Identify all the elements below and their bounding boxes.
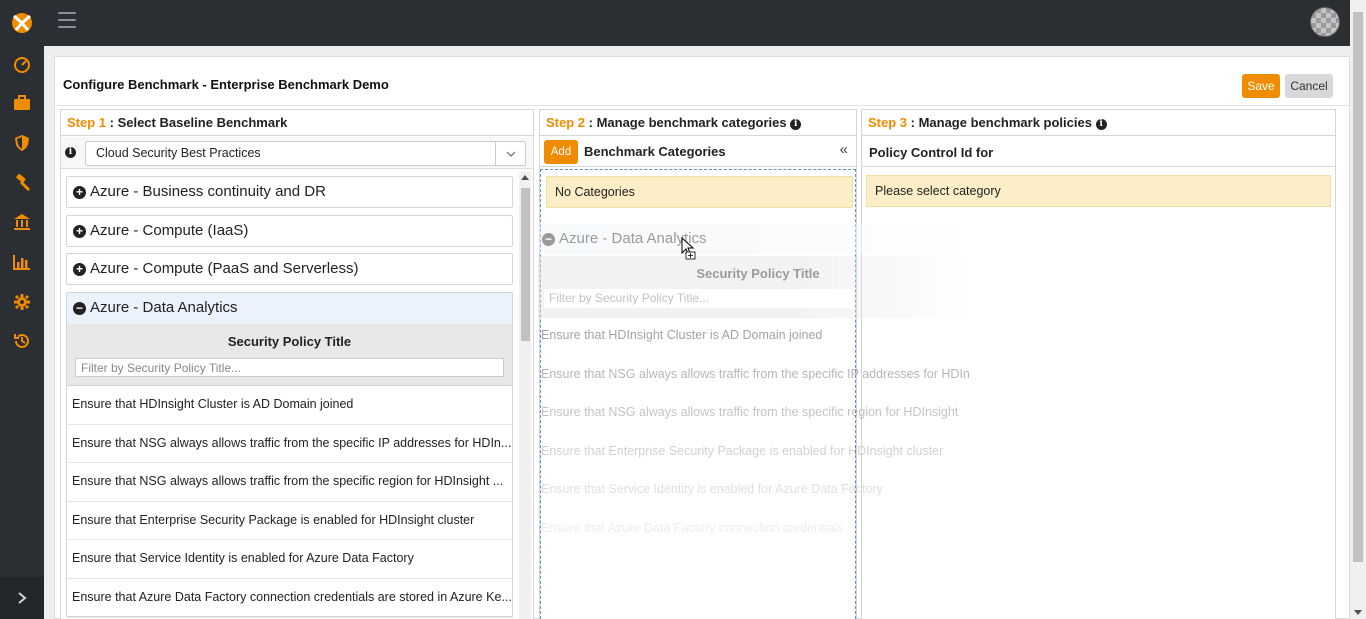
scroll-down-icon[interactable] bbox=[1354, 610, 1362, 615]
main-content: Configure Benchmark - Enterprise Benchma… bbox=[44, 46, 1350, 619]
policy-table-header: Security Policy Title Filter by Security… bbox=[67, 324, 512, 386]
shield-icon[interactable] bbox=[12, 133, 32, 153]
step3-label: Step 3 bbox=[868, 115, 908, 130]
move-cursor-icon bbox=[681, 236, 697, 264]
dashboard-gauge-icon[interactable] bbox=[12, 54, 32, 74]
selected-benchmark: Cloud Security Best Practices bbox=[96, 146, 261, 160]
plus-circle-icon[interactable]: + bbox=[73, 186, 86, 199]
category-item[interactable]: + Azure - Compute (IaaS) bbox=[66, 215, 513, 247]
info-icon[interactable]: i bbox=[790, 119, 802, 130]
table-row[interactable]: Ensure that NSG always allows traffic fr… bbox=[67, 425, 512, 464]
gear-icon[interactable] bbox=[12, 292, 32, 312]
plus-circle-icon[interactable]: + bbox=[73, 263, 86, 276]
sidebar-expand-button[interactable] bbox=[0, 577, 44, 619]
scrollbar-thumb[interactable] bbox=[521, 188, 530, 341]
step1-label: Step 1 bbox=[67, 115, 107, 130]
step1-header: Step 1 : Select Baseline Benchmark bbox=[61, 110, 533, 136]
step2-title: : Manage benchmark categories bbox=[585, 115, 791, 130]
bar-chart-icon[interactable] bbox=[12, 252, 32, 272]
table-row[interactable]: Ensure that Service Identity is enabled … bbox=[67, 540, 512, 579]
step2-header: Step 2 : Manage benchmark categories i bbox=[540, 110, 856, 136]
column-header[interactable]: Security Policy Title bbox=[67, 334, 512, 349]
minus-circle-icon[interactable]: − bbox=[73, 302, 86, 315]
category-item-expanded[interactable]: − Azure - Data Analytics bbox=[66, 292, 513, 324]
step2-label: Step 2 bbox=[546, 115, 586, 130]
bank-icon[interactable] bbox=[12, 212, 32, 232]
save-button[interactable]: Save bbox=[1242, 74, 1280, 98]
cancel-button[interactable]: Cancel bbox=[1285, 74, 1333, 98]
page-title: Configure Benchmark - Enterprise Benchma… bbox=[63, 77, 389, 92]
policy-table: Security Policy Title Filter by Security… bbox=[66, 324, 513, 618]
category-label: Azure - Compute (PaaS and Serverless) bbox=[90, 260, 359, 277]
step3-panel: Step 3 : Manage benchmark policies i Pol… bbox=[861, 109, 1336, 619]
category-label: Azure - Business continuity and DR bbox=[90, 183, 326, 200]
policy-filter-input[interactable]: Filter by Security Policy Title... bbox=[75, 358, 504, 377]
hammer-icon[interactable] bbox=[12, 173, 32, 193]
step2-panel: Step 2 : Manage benchmark categories i A… bbox=[539, 109, 857, 619]
benchmark-select-row: i Cloud Security Best Practices bbox=[61, 137, 533, 169]
collapse-icon[interactable]: « bbox=[840, 141, 848, 158]
table-row[interactable]: Ensure that Enterprise Security Package … bbox=[67, 502, 512, 541]
scroll-up-icon[interactable] bbox=[521, 175, 529, 180]
step1-panel: Step 1 : Select Baseline Benchmark i Clo… bbox=[60, 109, 534, 619]
no-categories-notice: No Categories bbox=[546, 176, 853, 208]
page-scrollbar-thumb[interactable] bbox=[1353, 12, 1363, 562]
baseline-benchmark-select[interactable]: Cloud Security Best Practices bbox=[85, 141, 526, 166]
category-dropzone[interactable]: No Categories bbox=[540, 169, 856, 619]
step3-title: : Manage benchmark policies bbox=[907, 115, 1096, 130]
step1-title: : Select Baseline Benchmark bbox=[106, 115, 288, 130]
category-label: Azure - Data Analytics bbox=[90, 299, 238, 316]
category-item[interactable]: + Azure - Compute (PaaS and Serverless) bbox=[66, 253, 513, 285]
page-scrollbar[interactable] bbox=[1350, 0, 1366, 619]
history-icon[interactable] bbox=[12, 331, 32, 351]
user-avatar[interactable] bbox=[1310, 7, 1340, 37]
select-category-notice: Please select category bbox=[866, 175, 1331, 207]
categories-toolbar: Add Benchmark Categories « bbox=[540, 136, 856, 167]
table-row[interactable]: Ensure that NSG always allows traffic fr… bbox=[67, 463, 512, 502]
hamburger-icon[interactable] bbox=[58, 12, 76, 28]
sidebar bbox=[0, 46, 44, 619]
table-row[interactable]: Ensure that Azure Data Factory connectio… bbox=[67, 579, 512, 618]
top-bar bbox=[0, 0, 1366, 46]
step3-header: Step 3 : Manage benchmark policies i bbox=[862, 110, 1335, 136]
table-row[interactable]: Ensure that HDInsight Cluster is AD Doma… bbox=[67, 386, 512, 425]
plus-circle-icon[interactable]: + bbox=[73, 225, 86, 238]
configure-benchmark-card: Configure Benchmark - Enterprise Benchma… bbox=[54, 56, 1350, 619]
briefcase-icon[interactable] bbox=[12, 93, 32, 113]
app-logo-icon[interactable] bbox=[8, 8, 36, 36]
add-category-button[interactable]: Add bbox=[544, 140, 578, 164]
info-icon[interactable]: i bbox=[65, 147, 76, 158]
header-divider bbox=[55, 105, 1349, 106]
category-item[interactable]: + Azure - Business continuity and DR bbox=[66, 176, 513, 208]
category-scrollbar[interactable] bbox=[519, 172, 531, 619]
policy-control-title: Policy Control Id for bbox=[862, 136, 1335, 167]
info-icon[interactable]: i bbox=[1095, 119, 1107, 130]
categories-title: Benchmark Categories bbox=[584, 144, 726, 159]
chevron-down-icon[interactable] bbox=[495, 142, 525, 165]
chevron-right-icon bbox=[18, 592, 27, 604]
category-label: Azure - Compute (IaaS) bbox=[90, 222, 249, 239]
